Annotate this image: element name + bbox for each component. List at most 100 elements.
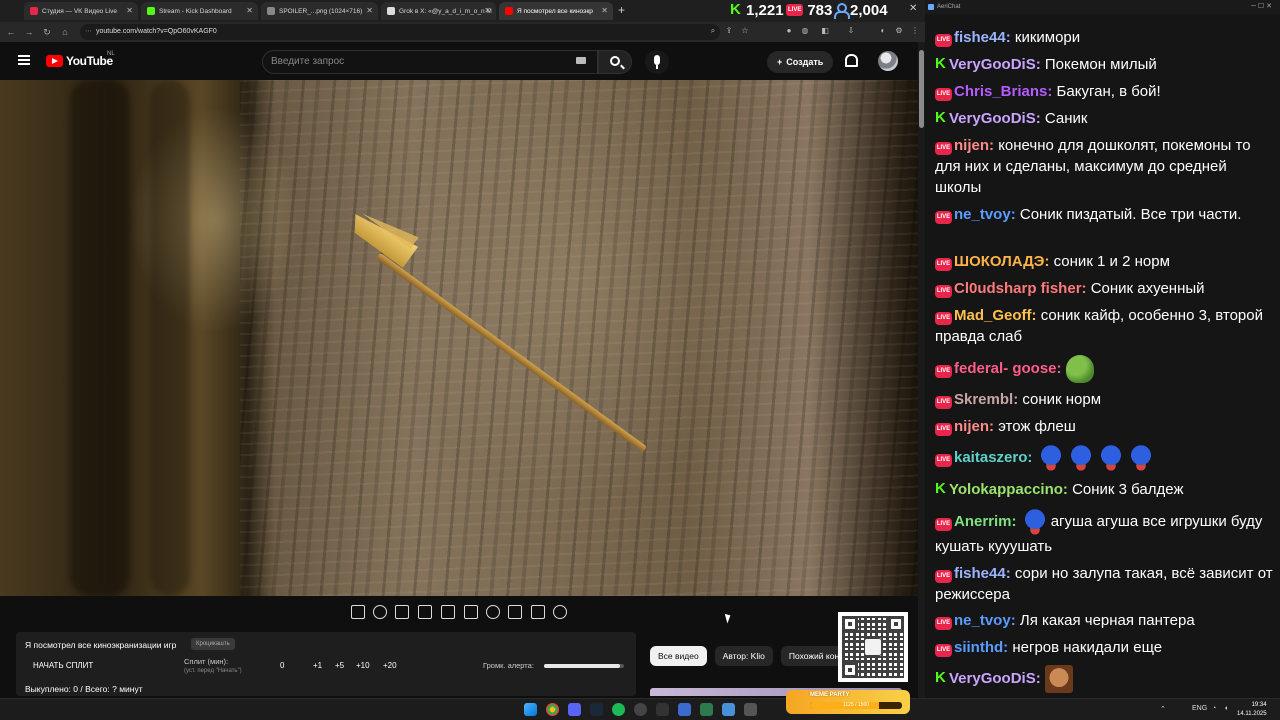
extension-icon[interactable]: ◍ xyxy=(800,26,810,36)
chat-nick[interactable]: fishe44 xyxy=(954,565,1006,582)
close-icon[interactable]: ✕ xyxy=(366,6,373,15)
discord-icon[interactable] xyxy=(568,703,581,716)
chat-nick[interactable]: Chris_Brians xyxy=(954,83,1047,100)
language-indicator[interactable]: ENG xyxy=(1192,705,1207,712)
vk-platform-icon: LIVE xyxy=(935,142,952,155)
search-button[interactable] xyxy=(598,50,632,74)
browser-window: Студия — VK Видео Live ✕ Stream - Kick D… xyxy=(0,0,925,698)
chat-nick[interactable]: ШОКОЛАДЭ xyxy=(954,253,1044,270)
chat-nick[interactable]: Cl0udsharp fisher xyxy=(954,280,1082,297)
clapper-icon[interactable] xyxy=(418,605,432,619)
menu-icon[interactable] xyxy=(18,55,30,65)
profile-icon[interactable]: ◐ xyxy=(878,26,888,36)
speed-icon[interactable] xyxy=(486,605,500,619)
download-icon[interactable]: ⇩ xyxy=(846,26,856,36)
split-plus-10-button[interactable]: +10 xyxy=(356,661,370,670)
menu-icon[interactable]: ⋮ xyxy=(910,26,920,36)
extensions-puzzle-icon[interactable]: ◧ xyxy=(820,26,830,36)
sonic-emote-icon xyxy=(1126,444,1155,472)
tab-vk-studio[interactable]: Студия — VK Видео Live ✕ xyxy=(24,2,138,20)
alert-volume-slider[interactable] xyxy=(544,664,624,668)
chat-nick[interactable]: siinthd xyxy=(954,639,1003,656)
chat-nick[interactable]: VeryGooDiS xyxy=(949,110,1036,127)
share-icon[interactable]: ⇪ xyxy=(724,26,734,36)
vk-viewer-count: 783 xyxy=(807,1,833,19)
tray-chevron-icon[interactable]: ⌃ xyxy=(1160,705,1166,713)
zoom-icon[interactable]: ⌕ xyxy=(708,26,718,36)
chat-nick[interactable]: Mad_Geoff xyxy=(954,307,1032,324)
chat-nick[interactable]: ne_tvoy xyxy=(954,206,1011,223)
chat-nick[interactable]: nijen xyxy=(954,418,989,435)
app-icon[interactable] xyxy=(722,703,735,716)
start-split-button[interactable]: НАЧАТЬ СПЛИТ xyxy=(33,661,93,670)
chat-nick[interactable]: Yolokappaccino xyxy=(949,481,1063,498)
back-icon[interactable]: ← xyxy=(4,27,18,37)
create-button[interactable]: + Создать xyxy=(767,51,834,73)
close-icon[interactable]: ✕ xyxy=(126,6,133,15)
broadcast-icon[interactable] xyxy=(373,605,387,619)
theater-icon[interactable] xyxy=(464,605,478,619)
scrollbar-thumb[interactable] xyxy=(919,50,924,128)
notifications-bell-icon[interactable] xyxy=(845,54,858,67)
tab-kick-dashboard[interactable]: Stream - Kick Dashboard ✕ xyxy=(141,2,258,20)
close-icon[interactable]: ✕ xyxy=(484,6,491,15)
pip-icon[interactable] xyxy=(508,605,522,619)
subtitles-icon[interactable] xyxy=(395,605,409,619)
new-tab-button[interactable]: + xyxy=(618,3,625,17)
split-plus-20-button[interactable]: +20 xyxy=(383,661,397,670)
split-plus-1-button[interactable]: +1 xyxy=(313,661,322,670)
chat-nick[interactable]: kaitaszero xyxy=(954,449,1027,466)
chat-nick[interactable]: nijen xyxy=(954,137,989,154)
screen-icon[interactable] xyxy=(441,605,455,619)
app-icon[interactable] xyxy=(700,703,713,716)
tab-spoiler-image[interactable]: SPOILER_...png (1024×716) ✕ xyxy=(261,2,378,20)
obs-icon[interactable] xyxy=(634,703,647,716)
chat-nick[interactable]: federal- goose xyxy=(954,360,1057,377)
chip-author[interactable]: Автор: Klio xyxy=(714,646,773,666)
window-close-icon[interactable]: ✕ xyxy=(909,3,917,14)
extension-icon[interactable]: ● xyxy=(784,26,794,36)
voice-search-button[interactable] xyxy=(645,50,669,74)
bookmark-star-icon[interactable]: ☆ xyxy=(740,26,750,36)
app-icon[interactable] xyxy=(656,703,669,716)
gear-icon[interactable] xyxy=(553,605,567,619)
app-icon[interactable] xyxy=(744,703,757,716)
chat-nick[interactable]: Anerrim xyxy=(954,513,1012,530)
chat-nick[interactable]: Skrembl xyxy=(954,391,1013,408)
steam-icon[interactable] xyxy=(590,703,603,716)
forward-icon[interactable]: → xyxy=(22,27,36,37)
person-icon xyxy=(834,3,850,19)
youtube-logo[interactable]: YouTube xyxy=(46,54,113,68)
chip-all-videos[interactable]: Все видео xyxy=(650,646,707,666)
volume-icon[interactable]: ◖ xyxy=(1224,705,1228,712)
chat-nick[interactable]: VeryGooDiS xyxy=(949,56,1036,73)
settings-icon[interactable]: ⚙ xyxy=(894,26,904,36)
network-icon[interactable]: ◔ xyxy=(1212,705,1216,712)
tab-grok-x[interactable]: Grok в X: «@y_a_d_i_m_o_n М ✕ xyxy=(381,2,496,20)
system-clock[interactable]: 19:34 14.11.2025 xyxy=(1237,701,1267,719)
windows-start-icon[interactable] xyxy=(524,703,537,716)
keyboard-icon[interactable] xyxy=(576,57,586,64)
chat-nick[interactable]: ne_tvoy xyxy=(954,612,1011,629)
chat-nick[interactable]: VeryGooDiS xyxy=(949,670,1036,687)
window-controls-icon[interactable]: ─ ☐ ✕ xyxy=(1251,0,1272,14)
chat-window-title: AeriChat xyxy=(937,4,961,10)
spotify-icon[interactable] xyxy=(612,703,625,716)
url-field[interactable]: youtube.com/watch?v=QpO60vKAGF0 xyxy=(80,24,720,40)
home-icon[interactable]: ⌂ xyxy=(58,27,72,37)
page-scrollbar[interactable] xyxy=(918,42,925,698)
search-input[interactable]: Введите запрос xyxy=(262,50,598,74)
loop-icon[interactable] xyxy=(351,605,365,619)
tab-youtube-video[interactable]: Я посмотрел все киноэкр ✕ xyxy=(499,2,613,20)
close-icon[interactable]: ✕ xyxy=(601,6,608,15)
app-icon[interactable] xyxy=(678,703,691,716)
reload-icon[interactable]: ↻ xyxy=(40,27,54,38)
close-icon[interactable]: ✕ xyxy=(246,6,253,15)
split-plus-5-button[interactable]: +5 xyxy=(335,661,344,670)
chat-text: этож флеш xyxy=(998,418,1076,435)
avatar[interactable] xyxy=(878,51,898,71)
chat-nick[interactable]: fishe44 xyxy=(954,29,1006,46)
chrome-icon[interactable] xyxy=(546,703,559,716)
screenshot-icon[interactable] xyxy=(531,605,545,619)
video-player[interactable] xyxy=(0,80,918,596)
